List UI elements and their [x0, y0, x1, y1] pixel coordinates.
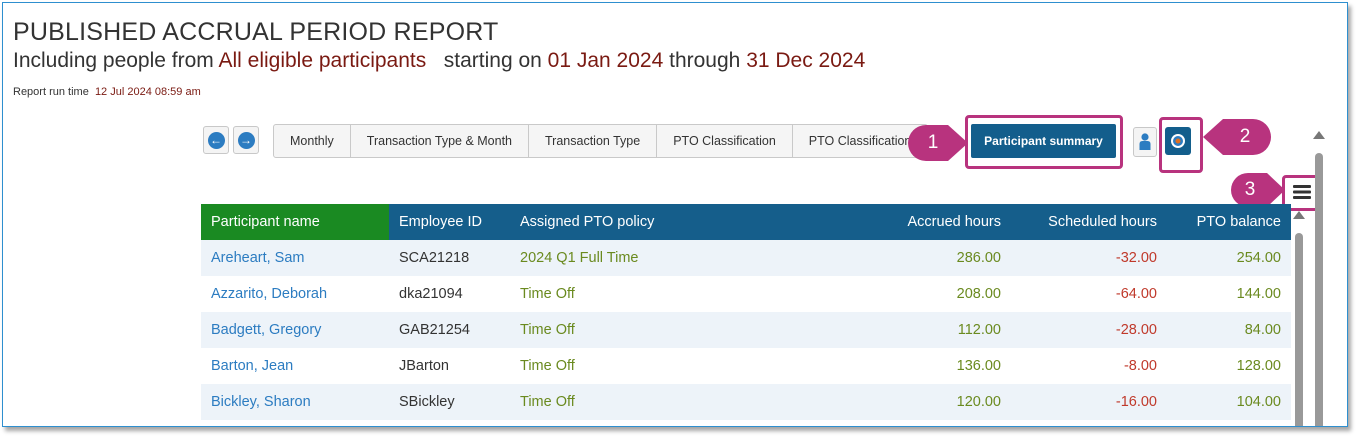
accrued-hours: 136.00 — [745, 348, 1011, 384]
end-date: 31 Dec 2024 — [746, 49, 866, 72]
participant-name-link[interactable]: Azzarito, Deborah — [201, 276, 389, 312]
scheduled-hours: -16.00 — [1011, 384, 1167, 420]
scroll-up-arrow-icon[interactable] — [1313, 131, 1325, 139]
target-view-button[interactable] — [1165, 127, 1191, 155]
employee-id: SCA21218 — [389, 240, 510, 276]
report-subtitle: Including people from All eligible parti… — [13, 49, 865, 73]
column-header-assigned-pto-policy[interactable]: Assigned PTO policy — [510, 204, 745, 240]
scheduled-hours: -32.00 — [1011, 240, 1167, 276]
column-header-accrued-hours[interactable]: Accrued hours — [745, 204, 1011, 240]
column-header-employee-id[interactable]: Employee ID — [389, 204, 510, 240]
column-header-pto-balance[interactable]: PTO balance — [1167, 204, 1291, 240]
pto-balance: 104.00 — [1167, 384, 1291, 420]
tab-transaction-type-month[interactable]: Transaction Type & Month — [351, 125, 529, 157]
arrow-left-icon: ← — [207, 131, 225, 149]
tab-participant-summary[interactable]: Participant summary — [971, 124, 1116, 158]
pto-balance: 84.00 — [1167, 312, 1291, 348]
employee-id: JBarton — [389, 348, 510, 384]
assigned-pto-policy: Time Off — [510, 348, 745, 384]
column-header-scheduled-hours[interactable]: Scheduled hours — [1011, 204, 1167, 240]
column-header-participant-name[interactable]: Participant name — [201, 204, 389, 240]
tab-pto-classification[interactable]: PTO Classification — [657, 125, 793, 157]
assigned-pto-policy: Time Off — [510, 312, 745, 348]
pto-balance: 144.00 — [1167, 276, 1291, 312]
run-time-label: Report run time — [13, 86, 89, 98]
accrued-hours: 112.00 — [745, 312, 1011, 348]
hamburger-menu-icon — [1293, 185, 1311, 199]
person-icon — [1139, 133, 1151, 150]
table-menu-button[interactable] — [1288, 179, 1316, 205]
table-scroll-up-arrow-icon[interactable] — [1293, 211, 1305, 219]
arrow-right-icon: → — [237, 131, 255, 149]
table-row: Azzarito, Deborah dka21094 Time Off 208.… — [201, 276, 1291, 312]
scheduled-hours: -8.00 — [1011, 348, 1167, 384]
page-title: PUBLISHED ACCRUAL PERIOD REPORT — [13, 18, 499, 46]
next-report-button[interactable]: → — [233, 126, 259, 154]
table-row: Badgett, Gregory GAB21254 Time Off 112.0… — [201, 312, 1291, 348]
table-row: Bickley, Sharon SBickley Time Off 120.00… — [201, 384, 1291, 420]
scheduled-hours: -64.00 — [1011, 276, 1167, 312]
report-window: PUBLISHED ACCRUAL PERIOD REPORT Includin… — [2, 2, 1348, 427]
table-row: Areheart, Sam SCA21218 2024 Q1 Full Time… — [201, 240, 1291, 276]
employee-id: dka21094 — [389, 276, 510, 312]
participant-name-link[interactable]: Badgett, Gregory — [201, 312, 389, 348]
accrued-hours: 286.00 — [745, 240, 1011, 276]
callout-number-1: 1 — [927, 132, 939, 153]
participant-summary-table: Participant name Employee ID Assigned PT… — [201, 204, 1291, 420]
run-time-value: 12 Jul 2024 08:59 am — [94, 86, 201, 98]
target-icon — [1171, 134, 1185, 148]
assigned-pto-policy: Time Off — [510, 384, 745, 420]
assigned-pto-policy: Time Off — [510, 276, 745, 312]
page-scrollbar[interactable] — [1313, 131, 1327, 426]
tab-monthly[interactable]: Monthly — [274, 125, 351, 157]
person-view-button[interactable] — [1133, 127, 1157, 157]
employee-id: SBickley — [389, 384, 510, 420]
participant-name-link[interactable]: Bickley, Sharon — [201, 384, 389, 420]
pto-balance: 254.00 — [1167, 240, 1291, 276]
table-scrollbar-thumb[interactable] — [1295, 233, 1303, 426]
report-run-time: Report run time 12 Jul 2024 08:59 am — [13, 86, 201, 98]
previous-report-button[interactable]: ← — [203, 126, 229, 154]
tab-transaction-type[interactable]: Transaction Type — [529, 125, 658, 157]
start-date: 01 Jan 2024 — [547, 49, 664, 72]
accrued-hours: 120.00 — [745, 384, 1011, 420]
employee-id: GAB21254 — [389, 312, 510, 348]
report-view-tabs: Monthly Transaction Type & Month Transac… — [273, 124, 929, 158]
table-scrollbar[interactable] — [1293, 211, 1307, 426]
assigned-pto-policy: 2024 Q1 Full Time — [510, 240, 745, 276]
population-name: All eligible participants — [218, 49, 427, 72]
subtitle-through: through — [663, 49, 747, 72]
table-row: Barton, Jean JBarton Time Off 136.00 -8.… — [201, 348, 1291, 384]
page-scrollbar-thumb[interactable] — [1315, 153, 1323, 426]
callout-number-3: 3 — [1244, 179, 1256, 200]
participant-name-link[interactable]: Barton, Jean — [201, 348, 389, 384]
callout-number-2: 2 — [1239, 126, 1251, 147]
subtitle-starting: starting on — [443, 49, 548, 72]
scheduled-hours: -28.00 — [1011, 312, 1167, 348]
accrued-hours: 208.00 — [745, 276, 1011, 312]
table-header-row: Participant name Employee ID Assigned PT… — [201, 204, 1291, 240]
participant-name-link[interactable]: Areheart, Sam — [201, 240, 389, 276]
pto-balance: 128.00 — [1167, 348, 1291, 384]
subtitle-prefix: Including people from — [13, 49, 219, 72]
